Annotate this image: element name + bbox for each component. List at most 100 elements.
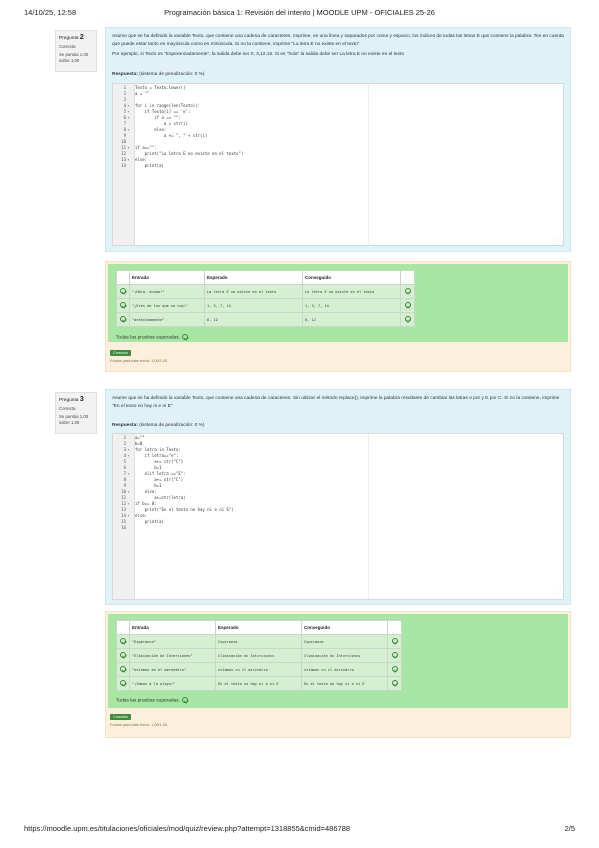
status-cell <box>116 662 130 677</box>
table-row: "¡Hola, mundo!" La letra E no existe en e… <box>116 284 415 299</box>
grade-line-2: sobre 1,00 <box>59 420 80 425</box>
code-line[interactable]: 14 print(a) <box>113 163 553 169</box>
test-results-panel: Entrada Esperado Conseguido "Esperanza" C… <box>108 614 568 708</box>
question-state: Correcta <box>59 44 76 49</box>
conseguido-cell: En el texto no hay ni e ni E <box>301 676 388 691</box>
entrada-cell: "¡Hola, mundo!" <box>129 284 205 299</box>
conseguido-cell: Climinación dc Intcrcioncs <box>301 648 388 663</box>
result-cell <box>400 312 415 327</box>
correct-badge: Correcta <box>110 714 131 720</box>
check-icon <box>120 666 126 672</box>
test-results-table: Entrada Esperado Conseguido "Esperanza" C… <box>116 620 402 691</box>
col-conseguido-header: Conseguido <box>302 270 401 285</box>
table-row: "estamos en el merendero" cstamos cn cl m… <box>116 662 402 677</box>
check-icon <box>120 302 126 308</box>
print-header: 14/10/25, 12:58 Programación básica 1: R… <box>0 8 599 20</box>
status-cell <box>116 298 130 313</box>
status-cell <box>116 312 130 327</box>
table-row: "¿Eres de los que no hay!" 1, 3, 7, 14 1, … <box>116 298 415 313</box>
col-status-header <box>116 270 130 285</box>
check-icon <box>391 638 398 644</box>
result-cell <box>400 284 415 299</box>
col-entrada-header: Entrada <box>129 270 205 285</box>
question-text-box: Asume que se ha definido la variable Tex… <box>105 27 571 252</box>
status-cell <box>116 648 130 663</box>
esperado-cell: La letra E no existe en el texto <box>204 284 303 299</box>
test-results-body: "¡Hola, mundo!" La letra E no existe en e… <box>116 284 415 327</box>
grade-line-1: Se puntúa 1,00 <box>59 414 89 419</box>
table-row: "Esperanza" Cspcranza Cspcranza <box>116 634 402 649</box>
table-header-row: Entrada Esperado Conseguido <box>116 620 402 635</box>
grade-line-1: Se puntúa 1,00 <box>59 52 89 57</box>
entrada-cell: "¿Eres de los que no hay!" <box>129 298 205 313</box>
all-passed-text: Todas las pruebas superadas. <box>116 698 180 704</box>
entrada-cell: "¡Vamos a la playa!" <box>129 676 216 691</box>
penalty-note: (sistema de penalización: 0 %) <box>139 72 205 77</box>
print-page-number: 2/5 <box>564 824 575 833</box>
result-cell <box>387 676 402 691</box>
check-icon <box>120 316 126 322</box>
test-results-body: "Esperanza" Cspcranza Cspcranza "Eliminació… <box>116 634 402 691</box>
line-number: 16 <box>121 525 126 530</box>
grade-note: Puntos para este envío: 1,00/1,00. <box>110 359 169 363</box>
answer-label: Respuesta: (sistema de penalización: 0 %… <box>112 423 205 428</box>
table-header-row: Entrada Esperado Conseguido <box>116 270 415 285</box>
check-icon <box>391 666 398 672</box>
question-text-p2: Por ejemplo, si Texto es "Esperanzadamen… <box>112 52 405 57</box>
answer-label: Respuesta: (sistema de penalización: 0 %… <box>112 72 205 77</box>
print-footer: https://moodle.upm.es/titulaciones/ofici… <box>0 824 599 836</box>
esperado-cell: Climinación dc Intcrcioncs <box>215 648 302 663</box>
resize-handle-icon[interactable]: ⋰⋰ <box>552 591 561 597</box>
col-status-header <box>116 620 130 635</box>
line-number: 14 <box>121 163 126 168</box>
esperado-cell: cstamos cn cl mcrcndcro <box>215 662 302 677</box>
esperado-cell: 1, 3, 7, 14 <box>204 298 303 313</box>
code-line[interactable]: 16 <box>113 525 553 531</box>
result-cell <box>400 298 415 313</box>
all-passed-text: Todas las pruebas superadas. <box>116 335 180 341</box>
col-conseguido-header: Conseguido <box>301 620 388 635</box>
code-editor[interactable]: 1 a="" 2 b=0 3▾ for letra in Texto: 4▾ if letr… <box>112 433 564 600</box>
feedback-box: Entrada Esperado Conseguido "¡Hola, mund… <box>105 261 571 372</box>
grade-line-2: sobre 1,00 <box>59 58 80 63</box>
question-grade: Se puntúa 1,00 sobre 1,00 <box>59 414 93 426</box>
code-editor[interactable]: 1 Texto = Texto.lower() 2 a = "" 3 4▾ for i in… <box>112 83 564 246</box>
conseguido-cell: Cspcranza <box>301 634 388 649</box>
entrada-cell: "estamos en el merendero" <box>129 662 216 677</box>
test-results-table: Entrada Esperado Conseguido "¡Hola, mund… <box>116 270 415 327</box>
esperado-cell: Cspcranza <box>215 634 302 649</box>
question-text: Asume que se ha definido la variable Tex… <box>112 33 564 61</box>
esperado-cell: En el texto no hay ni e ni E <box>215 676 302 691</box>
grade-note: Puntos para este envío: 1,00/1,00. <box>110 723 169 727</box>
status-cell <box>116 284 130 299</box>
conseguido-cell: La letra E no existe en el texto <box>302 284 401 299</box>
question-state: Correcta <box>59 406 76 411</box>
table-row: "anteitoamente" 6, 12 6, 12 <box>116 312 415 327</box>
correct-badge: Correcta <box>110 350 131 356</box>
result-cell <box>387 634 402 649</box>
print-url: https://moodle.upm.es/titulaciones/ofici… <box>24 824 351 833</box>
question-info: Pregunta 2 Correcta Se puntúa 1,00 sobre… <box>55 30 97 72</box>
question-grade: Se puntúa 1,00 sobre 1,00 <box>59 52 93 64</box>
answer-label-title: Respuesta: <box>112 72 138 77</box>
col-result-header <box>400 270 415 285</box>
question-info: Pregunta 3 Correcta Se puntúa 1,00 sobre… <box>55 392 97 434</box>
resize-handle-icon[interactable]: ⋰⋰ <box>552 237 561 243</box>
check-icon <box>120 652 126 658</box>
penalty-note: (sistema de penalización: 0 %) <box>139 423 205 428</box>
status-cell <box>116 676 130 691</box>
question-number: 3 <box>79 396 84 403</box>
all-tests-passed: Todas las pruebas superadas. <box>116 697 188 703</box>
col-entrada-header: Entrada <box>129 620 216 635</box>
entrada-cell: "Eliminación de Interciones" <box>129 648 216 663</box>
code-text: print(a) <box>135 163 164 168</box>
conseguido-cell: cstamos cn cl mcrcndcro <box>301 662 388 677</box>
feedback-box: Entrada Esperado Conseguido "Esperanza" C… <box>105 611 571 738</box>
conseguido-cell: 1, 3, 7, 14 <box>302 298 401 313</box>
test-results-panel: Entrada Esperado Conseguido "¡Hola, mund… <box>108 264 568 342</box>
table-row: "Eliminación de Interciones" Climinación … <box>116 648 402 663</box>
status-cell <box>116 634 130 649</box>
col-esperado-header: Esperado <box>215 620 302 635</box>
question-text: Asume que se ha definido la variable Tex… <box>112 395 564 413</box>
check-icon <box>120 288 126 294</box>
